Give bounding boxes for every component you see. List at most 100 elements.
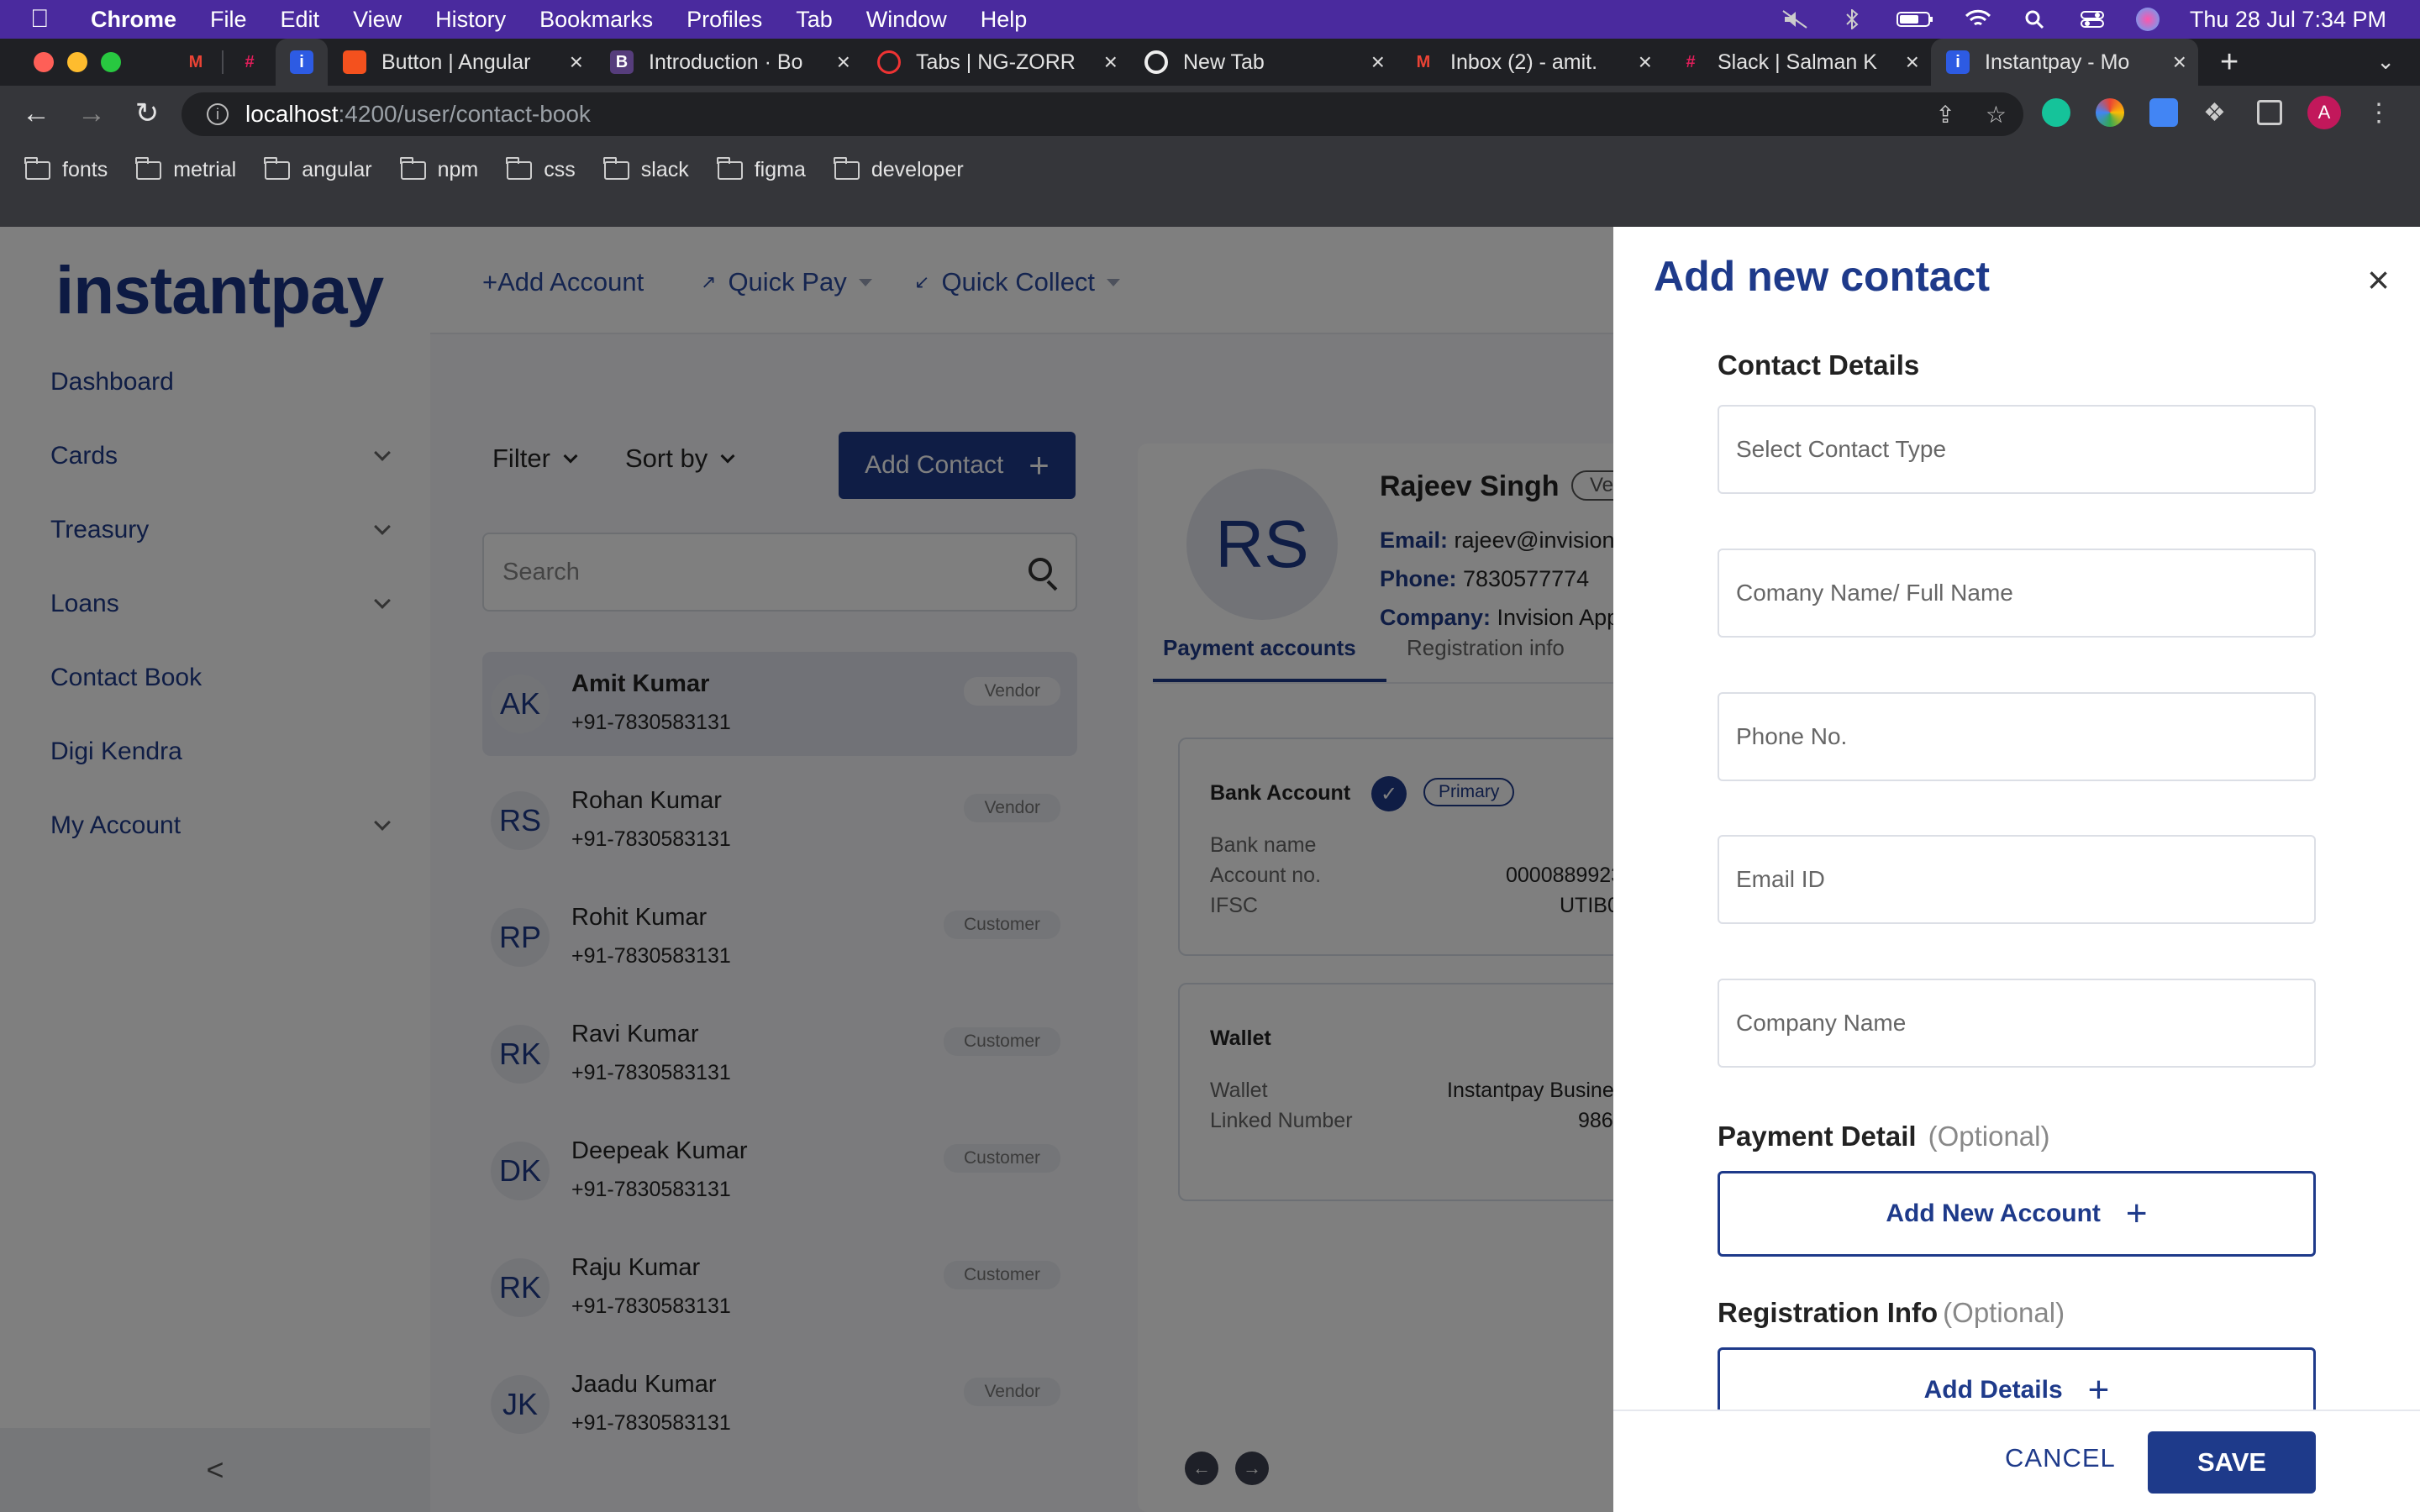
phone-field[interactable]: Phone No. bbox=[1718, 692, 2316, 781]
menu-bookmarks[interactable]: Bookmarks bbox=[539, 7, 653, 33]
menubar-datetime[interactable]: Thu 28 Jul 7:34 PM bbox=[2190, 7, 2386, 33]
close-window-button[interactable] bbox=[34, 52, 54, 72]
contact-type-select[interactable]: Select Contact Type bbox=[1718, 405, 2316, 494]
bookmark-folder[interactable]: metrial bbox=[135, 156, 236, 182]
modal-backdrop[interactable] bbox=[0, 227, 1613, 1512]
add-details-label: Add Details bbox=[1923, 1376, 2063, 1404]
gmail-icon: M bbox=[1416, 52, 1431, 71]
tab-ng-zorro[interactable]: Tabs | NG-ZORR × bbox=[862, 39, 1129, 86]
save-button[interactable]: SAVE bbox=[2148, 1431, 2316, 1494]
registration-info-heading: Registration Info (Optional) bbox=[1718, 1297, 2065, 1329]
bookmark-folder[interactable]: figma bbox=[716, 156, 806, 182]
folder-icon bbox=[135, 156, 162, 180]
wifi-icon[interactable] bbox=[1965, 9, 1991, 29]
company-name-field[interactable]: Company Name bbox=[1718, 979, 2316, 1068]
menu-edit[interactable]: Edit bbox=[281, 7, 320, 33]
spotlight-search-icon[interactable] bbox=[2022, 9, 2049, 29]
reload-icon[interactable]: ↻ bbox=[119, 97, 175, 130]
bookmark-folder[interactable]: css bbox=[506, 156, 576, 182]
color-picker-extension-icon[interactable] bbox=[2096, 98, 2124, 127]
tab-title: Slack | Salman K bbox=[1718, 50, 1877, 74]
bookmark-folder[interactable]: angular bbox=[264, 156, 372, 182]
cancel-button[interactable]: CANCEL bbox=[2005, 1443, 2116, 1473]
bookmark-folder[interactable]: slack bbox=[602, 156, 689, 182]
menu-help[interactable]: Help bbox=[981, 7, 1028, 33]
back-arrow-icon[interactable]: ← bbox=[8, 97, 64, 130]
tab-new-tab[interactable]: New Tab × bbox=[1129, 39, 1397, 86]
tab-title: Button | Angular bbox=[381, 50, 531, 74]
instantpay-icon: i bbox=[290, 50, 313, 74]
close-tab-icon[interactable]: × bbox=[1906, 49, 1919, 76]
kebab-menu-icon[interactable]: ⋮ bbox=[2366, 98, 2391, 127]
menu-history[interactable]: History bbox=[435, 7, 506, 33]
bookmark-star-icon[interactable]: ☆ bbox=[1986, 101, 2007, 129]
bookmark-folder[interactable]: fonts bbox=[24, 156, 108, 182]
close-tab-icon[interactable]: × bbox=[1371, 49, 1385, 76]
email-field[interactable]: Email ID bbox=[1718, 835, 2316, 924]
grammarly-icon[interactable] bbox=[2042, 98, 2070, 127]
bluetooth-icon[interactable] bbox=[1839, 9, 1865, 29]
pinned-tab-slack[interactable]: # bbox=[224, 39, 276, 86]
close-icon[interactable]: × bbox=[2367, 257, 2390, 302]
add-new-account-button[interactable]: Add New Account + bbox=[1718, 1171, 2316, 1257]
menu-tab[interactable]: Tab bbox=[796, 7, 833, 33]
tab-slack[interactable]: # Slack | Salman K × bbox=[1664, 39, 1931, 86]
tab-button-angular[interactable]: Button | Angular × bbox=[328, 39, 595, 86]
share-icon[interactable]: ⇪ bbox=[1935, 101, 1954, 129]
bookmark-folder[interactable]: developer bbox=[833, 156, 964, 182]
siri-icon[interactable] bbox=[2135, 8, 2160, 31]
menu-window[interactable]: Window bbox=[866, 7, 947, 33]
contact-details-heading: Contact Details bbox=[1718, 349, 1920, 381]
translate-icon[interactable] bbox=[2149, 98, 2178, 127]
apple-icon[interactable]:  bbox=[30, 5, 66, 34]
menu-view[interactable]: View bbox=[353, 7, 402, 33]
plus-icon: + bbox=[2125, 1193, 2148, 1234]
plus-icon: + bbox=[2087, 1369, 2110, 1410]
tab-bootstrap[interactable]: B Introduction · Bo × bbox=[595, 39, 862, 86]
close-tab-icon[interactable]: × bbox=[570, 49, 583, 76]
menu-profiles[interactable]: Profiles bbox=[687, 7, 762, 33]
mute-icon[interactable] bbox=[1781, 9, 1808, 29]
extensions-puzzle-icon[interactable]: ❖ bbox=[2203, 98, 2232, 127]
site-info-icon[interactable]: i bbox=[207, 103, 229, 125]
tab-search-chevron-icon[interactable]: ⌄ bbox=[2376, 49, 2395, 75]
bookmark-label: figma bbox=[754, 158, 806, 181]
full-name-field[interactable]: Comany Name/ Full Name bbox=[1718, 549, 2316, 638]
tab-instantpay[interactable]: i Instantpay - Mo × bbox=[1931, 39, 2198, 86]
battery-icon[interactable] bbox=[1896, 9, 1934, 29]
browser-tab-strip: M # i Button | Angular × B Introduction … bbox=[0, 39, 2420, 86]
close-tab-icon[interactable]: × bbox=[2173, 49, 2186, 76]
close-tab-icon[interactable]: × bbox=[837, 49, 850, 76]
bookmark-label: npm bbox=[437, 158, 479, 181]
address-bar[interactable]: i localhost:4200/user/contact-book ⇪ ☆ bbox=[182, 92, 2023, 136]
bookmarks-bar: fonts metrial angular npm css slack figm… bbox=[0, 141, 2420, 227]
tab-title: Instantpay - Mo bbox=[1985, 50, 2130, 74]
tab-title: Tabs | NG-ZORR bbox=[916, 50, 1076, 74]
side-panel-icon[interactable] bbox=[2257, 100, 2282, 125]
pinned-tab-instantpay[interactable]: i bbox=[276, 39, 328, 86]
gmail-icon: M bbox=[188, 52, 203, 71]
minimize-window-button[interactable] bbox=[67, 52, 87, 72]
maximize-window-button[interactable] bbox=[101, 52, 121, 72]
bookmark-label: developer bbox=[871, 158, 964, 181]
angular-shield-icon bbox=[343, 50, 366, 74]
optional-label: (Optional) bbox=[1943, 1297, 2065, 1328]
menu-file[interactable]: File bbox=[210, 7, 247, 33]
forward-arrow-icon[interactable]: → bbox=[64, 97, 119, 130]
tab-gmail-inbox[interactable]: M Inbox (2) - amit. × bbox=[1397, 39, 1664, 86]
profile-avatar[interactable]: A bbox=[2307, 96, 2341, 129]
folder-icon bbox=[506, 156, 533, 180]
omnibox-actions: ⇪ ☆ bbox=[1935, 101, 2007, 129]
close-tab-icon[interactable]: × bbox=[1639, 49, 1652, 76]
pinned-tab-gmail[interactable]: M bbox=[170, 39, 222, 86]
bookmark-label: slack bbox=[640, 158, 689, 181]
optional-label: (Optional) bbox=[1928, 1121, 2050, 1152]
menu-app-name[interactable]: Chrome bbox=[91, 7, 176, 33]
registration-info-title: Registration Info bbox=[1718, 1297, 1939, 1328]
bookmark-folder[interactable]: npm bbox=[399, 156, 479, 182]
close-tab-icon[interactable]: × bbox=[1104, 49, 1118, 76]
url-path: :4200/user/contact-book bbox=[338, 101, 591, 127]
new-tab-button[interactable]: + bbox=[2220, 45, 2238, 81]
extensions-area: ❖ A ⋮ bbox=[2042, 96, 2391, 129]
control-center-icon[interactable] bbox=[2079, 9, 2106, 29]
